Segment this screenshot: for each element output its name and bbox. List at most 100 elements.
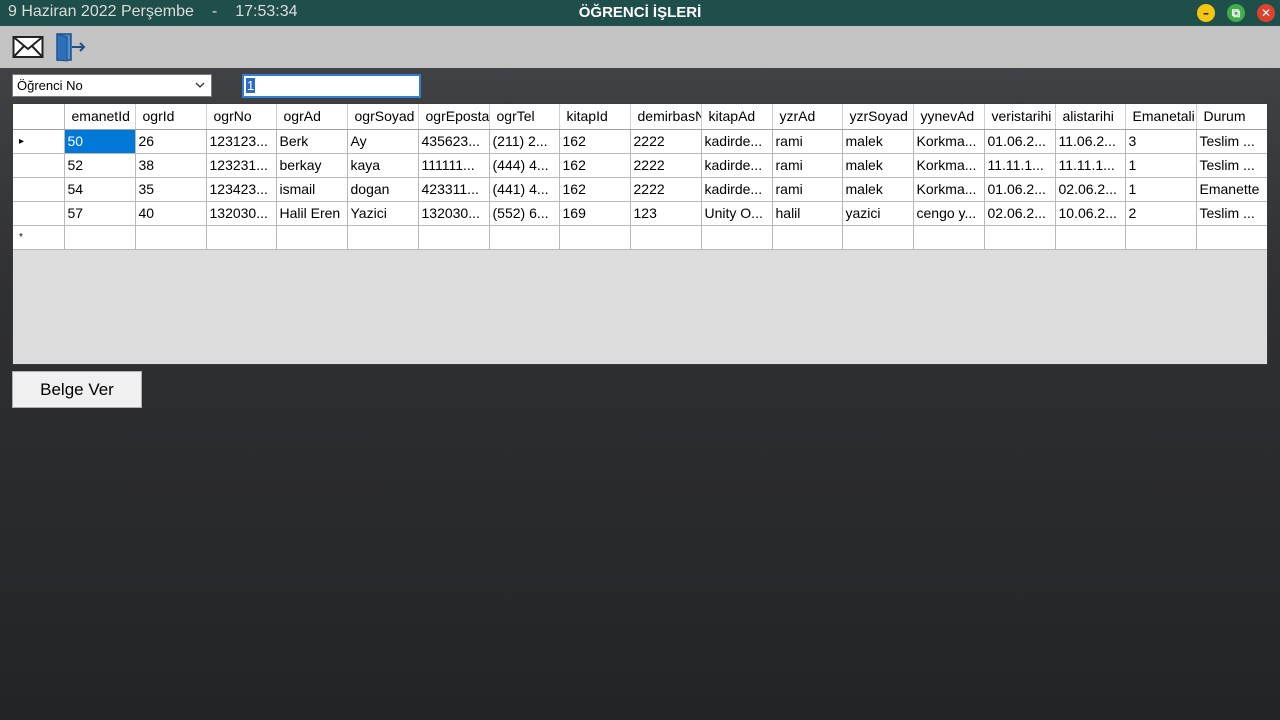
table-cell[interactable] — [206, 225, 277, 250]
table-cell[interactable]: halil — [772, 201, 843, 226]
column-header[interactable]: alistarihi — [1055, 104, 1126, 130]
table-cell[interactable]: 169 — [559, 201, 631, 226]
table-cell[interactable] — [276, 225, 348, 250]
column-header[interactable]: Durum — [1196, 104, 1267, 130]
table-cell[interactable]: (211) 2... — [489, 129, 560, 154]
table-row[interactable]: ▸ 50 26 123123... Berk Ay 435623... (211) 2... 1… — [13, 129, 1267, 154]
corner-header[interactable] — [13, 104, 65, 130]
search-input[interactable]: 1 — [242, 74, 421, 98]
table-cell[interactable]: Emanette — [1196, 177, 1267, 202]
table-cell[interactable] — [1055, 225, 1126, 250]
table-cell[interactable]: 132030... — [206, 201, 277, 226]
table-cell[interactable]: 40 — [135, 201, 207, 226]
table-cell[interactable]: Korkma... — [913, 129, 985, 154]
table-cell[interactable]: Halil Eren — [276, 201, 348, 226]
table-cell[interactable]: 38 — [135, 153, 207, 178]
column-header[interactable]: ogrId — [135, 104, 207, 130]
table-cell[interactable]: 2222 — [630, 177, 702, 202]
mail-icon[interactable] — [12, 32, 44, 62]
table-cell[interactable]: 10.06.2... — [1055, 201, 1126, 226]
column-header[interactable]: veristarihi — [984, 104, 1056, 130]
table-cell[interactable]: Ay — [347, 129, 419, 154]
table-cell[interactable]: 2222 — [630, 129, 702, 154]
table-cell[interactable]: kadirde... — [701, 129, 773, 154]
table-cell[interactable]: 2222 — [630, 153, 702, 178]
table-cell[interactable]: 162 — [559, 129, 631, 154]
table-cell[interactable]: 35 — [135, 177, 207, 202]
table-cell[interactable]: Korkma... — [913, 153, 985, 178]
table-cell[interactable]: 01.06.2... — [984, 177, 1056, 202]
table-cell[interactable]: malek — [842, 129, 914, 154]
table-cell[interactable]: 162 — [559, 177, 631, 202]
maximize-button[interactable]: ⧉ — [1227, 4, 1245, 22]
table-cell[interactable]: 26 — [135, 129, 207, 154]
table-cell[interactable]: 11.06.2... — [1055, 129, 1126, 154]
column-header[interactable]: ogrAd — [276, 104, 348, 130]
row-header[interactable] — [13, 177, 65, 202]
table-cell[interactable]: 11.11.1... — [984, 153, 1056, 178]
column-header[interactable]: ogrSoyad — [347, 104, 419, 130]
table-cell[interactable]: kadirde... — [701, 153, 773, 178]
table-cell[interactable]: 01.06.2... — [984, 129, 1056, 154]
table-cell[interactable]: Unity O... — [701, 201, 773, 226]
table-cell[interactable]: 435623... — [418, 129, 490, 154]
table-cell[interactable]: dogan — [347, 177, 419, 202]
table-cell[interactable]: rami — [772, 177, 843, 202]
table-cell[interactable]: 02.06.2... — [1055, 177, 1126, 202]
column-header[interactable]: kitapId — [559, 104, 631, 130]
column-header[interactable]: emanetId — [64, 104, 136, 130]
table-cell[interactable]: (444) 4... — [489, 153, 560, 178]
table-cell[interactable]: 123423... — [206, 177, 277, 202]
table-cell[interactable]: 1 — [1125, 153, 1197, 178]
table-cell[interactable]: Teslim ... — [1196, 201, 1267, 226]
table-cell[interactable]: 11.11.1... — [1055, 153, 1126, 178]
exit-door-icon[interactable] — [55, 32, 87, 62]
table-cell[interactable]: 52 — [64, 153, 136, 178]
table-cell[interactable]: malek — [842, 177, 914, 202]
table-cell[interactable]: 54 — [64, 177, 136, 202]
column-header[interactable]: ogrEposta — [418, 104, 490, 130]
table-cell[interactable] — [64, 225, 136, 250]
belge-ver-button[interactable]: Belge Ver — [12, 371, 142, 408]
table-cell[interactable]: 123231... — [206, 153, 277, 178]
table-cell[interactable] — [842, 225, 914, 250]
close-button[interactable]: ✕ — [1257, 4, 1275, 22]
table-cell[interactable]: 2 — [1125, 201, 1197, 226]
table-cell[interactable] — [913, 225, 985, 250]
table-cell[interactable]: Korkma... — [913, 177, 985, 202]
table-cell[interactable]: 02.06.2... — [984, 201, 1056, 226]
table-cell[interactable]: rami — [772, 129, 843, 154]
column-header[interactable]: yzrAd — [772, 104, 843, 130]
row-header[interactable]: ▸ — [13, 129, 65, 154]
table-cell[interactable] — [1196, 225, 1267, 250]
table-cell[interactable]: 132030... — [418, 201, 490, 226]
table-cell[interactable]: (441) 4... — [489, 177, 560, 202]
table-cell[interactable]: kadirde... — [701, 177, 773, 202]
table-cell[interactable]: ismail — [276, 177, 348, 202]
table-row[interactable]: 52 38 123231... berkay kaya 111111... (444) 4.… — [13, 153, 1267, 178]
table-cell[interactable] — [1125, 225, 1197, 250]
table-cell[interactable]: Teslim ... — [1196, 129, 1267, 154]
table-cell[interactable] — [630, 225, 702, 250]
column-header[interactable]: yzrSoyad — [842, 104, 914, 130]
table-cell[interactable]: berkay — [276, 153, 348, 178]
table-cell[interactable]: Berk — [276, 129, 348, 154]
table-cell[interactable]: 3 — [1125, 129, 1197, 154]
table-cell[interactable] — [135, 225, 207, 250]
row-header[interactable] — [13, 153, 65, 178]
table-cell[interactable] — [559, 225, 631, 250]
table-cell[interactable]: 50 — [64, 129, 136, 154]
table-cell[interactable] — [418, 225, 490, 250]
minimize-button[interactable]: – — [1197, 4, 1215, 22]
table-cell[interactable]: kaya — [347, 153, 419, 178]
column-header[interactable]: ogrTel — [489, 104, 560, 130]
table-row[interactable]: 57 40 132030... Halil Eren Yazici 132030... (5… — [13, 201, 1267, 226]
table-cell[interactable] — [772, 225, 843, 250]
table-cell[interactable] — [984, 225, 1056, 250]
table-cell[interactable]: rami — [772, 153, 843, 178]
column-header[interactable]: demirbasN — [630, 104, 702, 130]
new-row[interactable]: * — [13, 225, 1267, 250]
table-cell[interactable] — [347, 225, 419, 250]
row-header[interactable] — [13, 201, 65, 226]
data-grid[interactable]: emanetId ogrId ogrNo ogrAd ogrSoyad ogrEposta… — [12, 103, 1268, 365]
